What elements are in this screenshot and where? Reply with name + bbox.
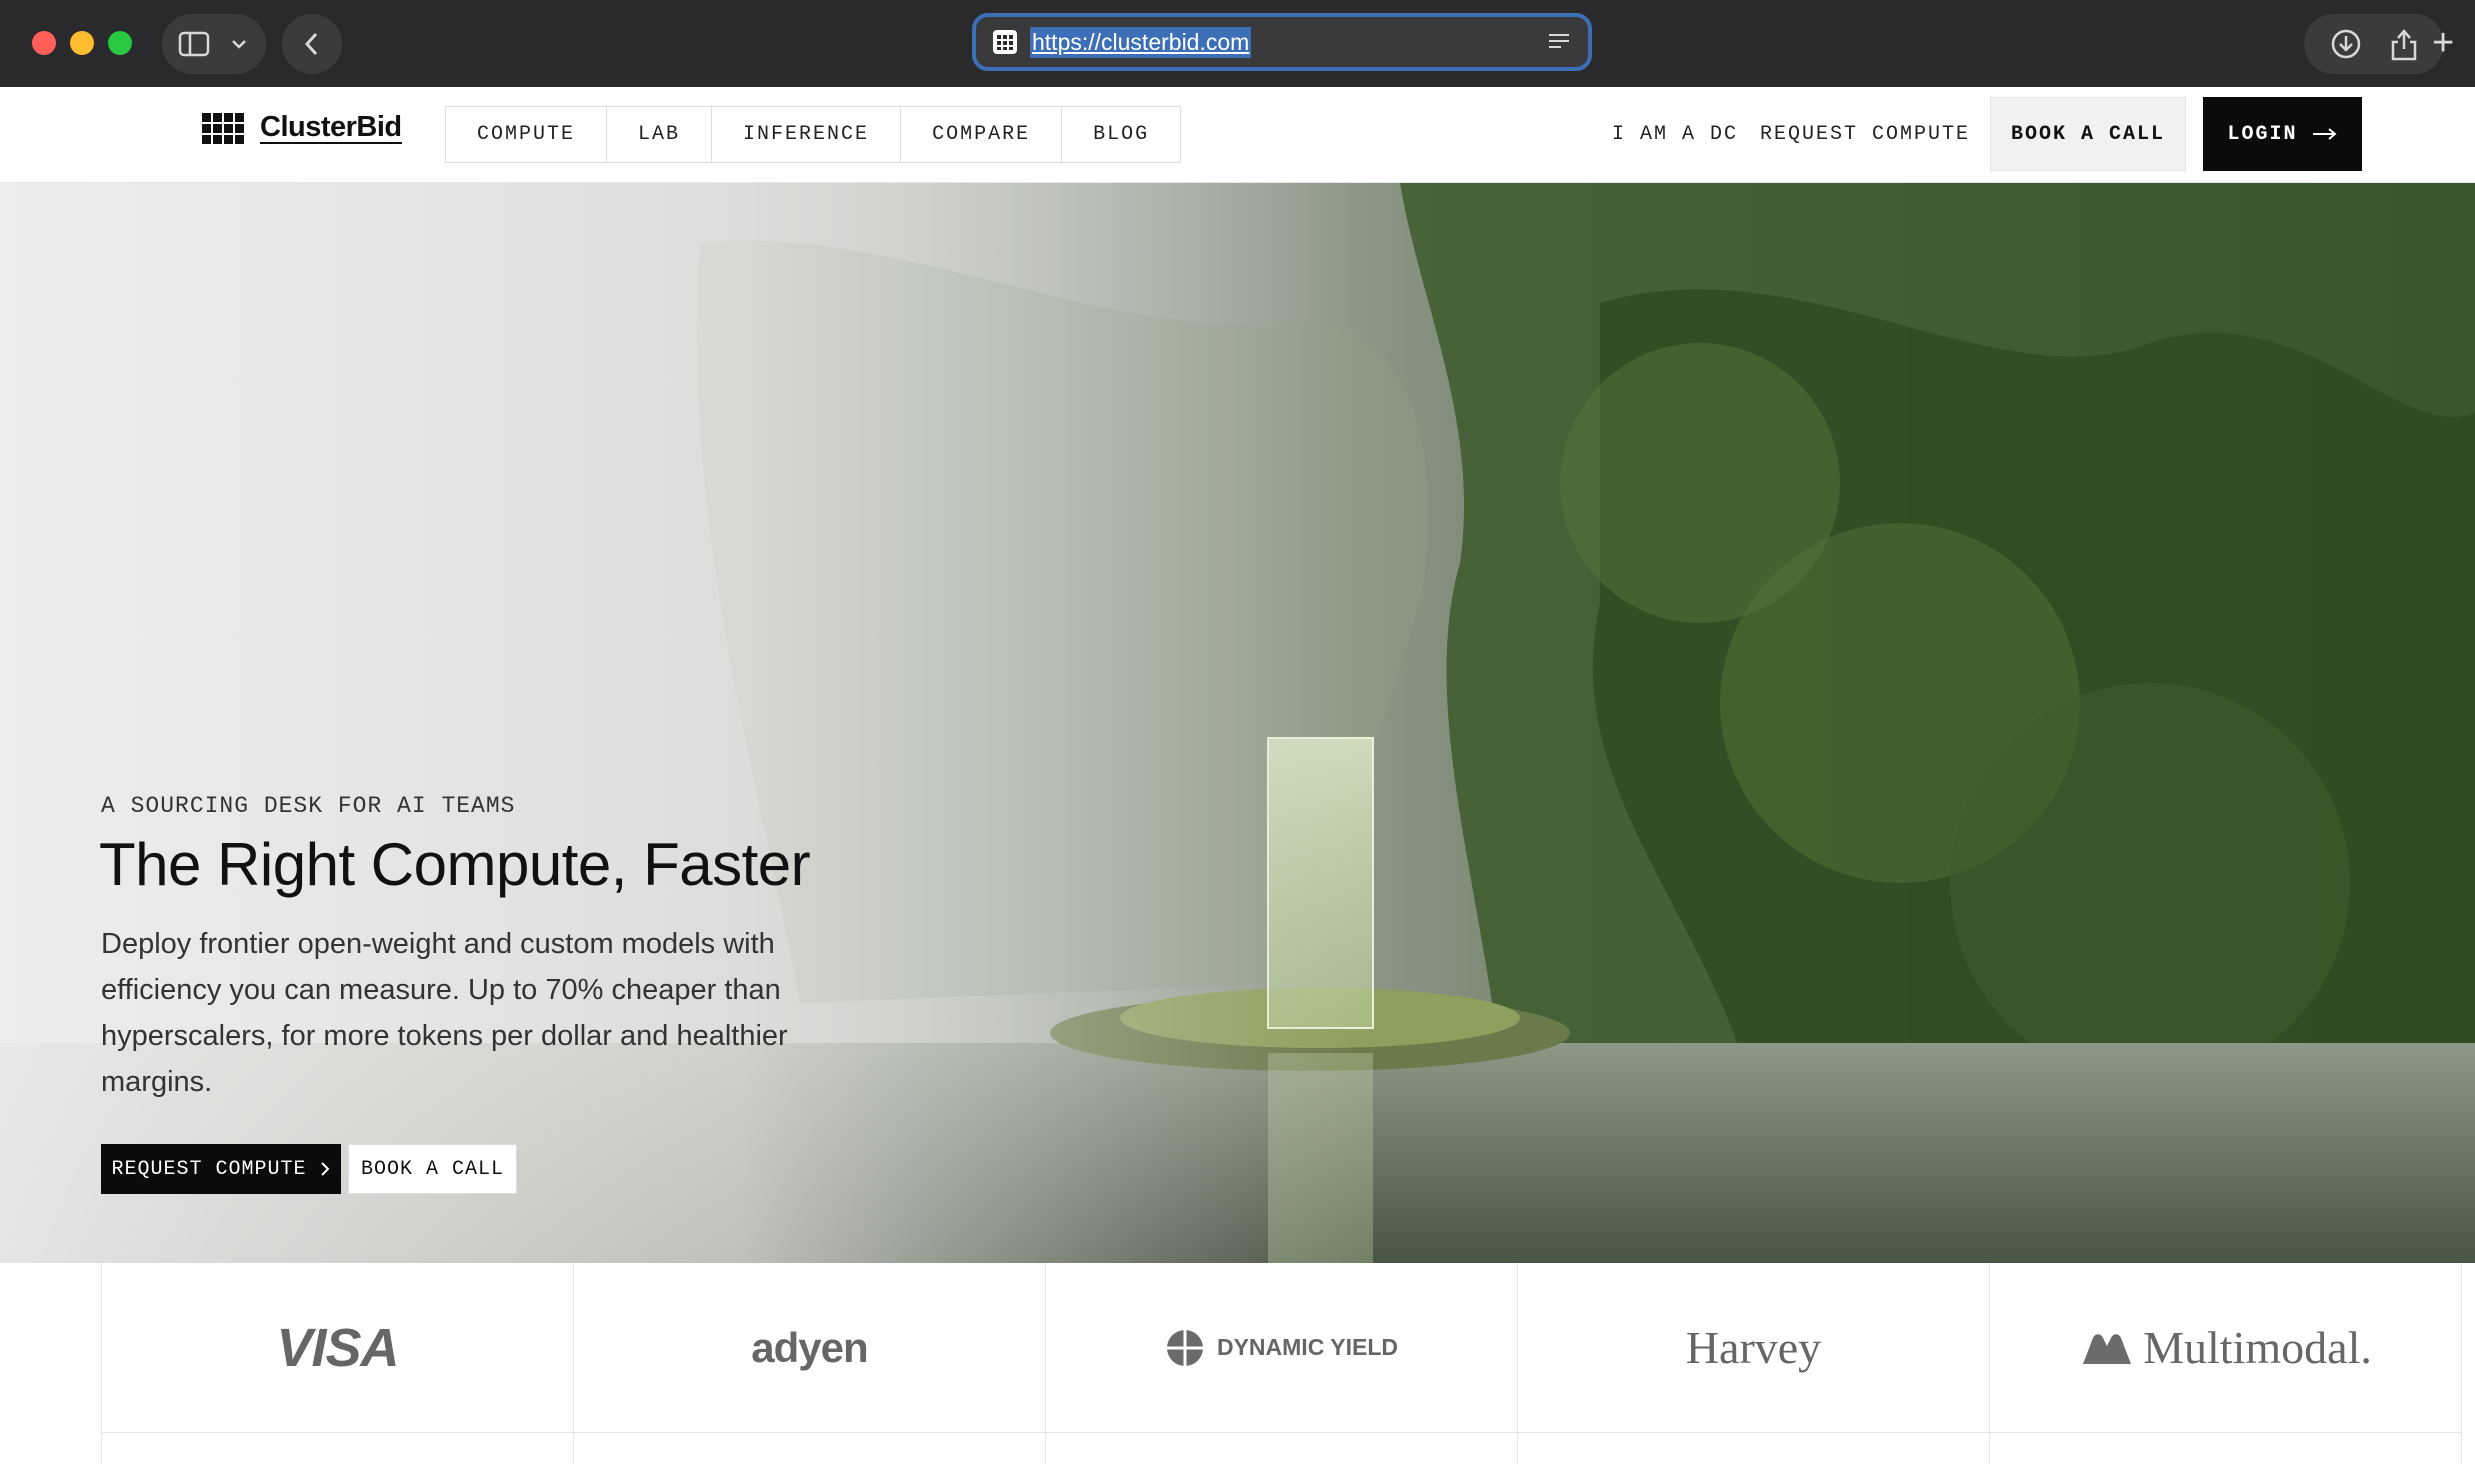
dynamic-yield-mark: DYNAMIC YIELD: [1165, 1328, 1398, 1368]
multimodal-wordmark: Multimodal.: [2143, 1322, 2372, 1373]
request-compute-label: REQUEST COMPUTE: [111, 1157, 307, 1181]
zoom-window-button[interactable]: [108, 31, 132, 55]
brand-name: ClusterBid: [260, 111, 402, 144]
dynamic-yield-logo: DYNAMIC YIELD: [1046, 1263, 1518, 1433]
share-icon[interactable]: [2389, 26, 2419, 62]
login-label: LOGIN: [2227, 122, 2298, 146]
arrow-right-icon: [2312, 128, 2337, 140]
nav-tab-inference[interactable]: INFERENCE: [712, 107, 902, 162]
close-window-button[interactable]: [32, 31, 56, 55]
main-nav: COMPUTE LAB INFERENCE COMPARE BLOG: [445, 106, 1182, 163]
url-text[interactable]: https://clusterbid.com: [1030, 26, 1252, 58]
hero-book-call-button[interactable]: BOOK A CALL: [348, 1144, 517, 1194]
back-button[interactable]: [282, 14, 342, 74]
harvey-wordmark: Harvey: [1685, 1322, 1822, 1373]
customer-logos: VISA adyen DYNAMIC YIELD Harvey Multimod…: [0, 1263, 2475, 1464]
chevron-right-icon: [320, 1162, 329, 1176]
harvey-logo: Harvey: [1518, 1263, 1990, 1433]
minimize-window-button[interactable]: [70, 31, 94, 55]
sidebar-icon: [178, 31, 210, 57]
nav-tab-compute[interactable]: COMPUTE: [446, 107, 608, 162]
logo-grid-icon: [202, 112, 244, 144]
nav-tab-compare[interactable]: COMPARE: [901, 107, 1063, 162]
nav-tab-blog[interactable]: BLOG: [1062, 107, 1180, 162]
hero-eyebrow: A SOURCING DESK FOR AI TEAMS: [101, 793, 516, 819]
brand-logo[interactable]: ClusterBid: [202, 112, 402, 144]
cloud-icon: [2083, 1333, 2132, 1364]
request-compute-button[interactable]: REQUEST COMPUTE: [101, 1144, 341, 1194]
visa-logo: VISA: [102, 1263, 574, 1433]
request-compute-link[interactable]: REQUEST COMPUTE: [1760, 123, 1970, 146]
hero-book-call-label: BOOK A CALL: [360, 1157, 505, 1181]
multimodal-mark: Multimodal.: [2079, 1321, 2372, 1374]
site-header: ClusterBid COMPUTE LAB INFERENCE COMPARE…: [0, 87, 2475, 183]
hero-title: The Right Compute, Faster: [99, 831, 811, 898]
dynamic-yield-wordmark: DYNAMIC YIELD: [1216, 1334, 1399, 1360]
logo-row-second: [101, 1433, 2475, 1464]
visa-wordmark: VISA: [276, 1317, 399, 1378]
nav-tab-lab[interactable]: LAB: [607, 107, 713, 162]
i-am-dc-link[interactable]: I AM A DC: [1612, 123, 1738, 146]
hero-section: A SOURCING DESK FOR AI TEAMS The Right C…: [0, 183, 2475, 1263]
browser-toolbar: https://clusterbid.com +: [0, 0, 2475, 87]
book-call-button[interactable]: BOOK A CALL: [1990, 97, 2186, 171]
hero-subtitle: Deploy frontier open-weight and custom m…: [101, 928, 788, 1098]
chevron-down-icon: [232, 40, 246, 49]
download-icon[interactable]: [2329, 27, 2363, 61]
chevron-left-icon: [304, 32, 318, 56]
site-favicon-icon: [993, 30, 1017, 54]
adyen-wordmark: adyen: [751, 1323, 868, 1371]
address-bar[interactable]: https://clusterbid.com: [972, 13, 1592, 71]
toolbar-actions: [2304, 14, 2444, 74]
new-tab-button[interactable]: +: [2432, 24, 2454, 62]
dynamic-yield-icon: [1166, 1329, 1203, 1366]
sidebar-toggle-button[interactable]: [162, 14, 266, 74]
adyen-logo: adyen: [574, 1263, 1046, 1433]
reader-mode-icon[interactable]: [1546, 31, 1572, 53]
website: ClusterBid COMPUTE LAB INFERENCE COMPARE…: [0, 87, 2475, 1464]
book-call-label: BOOK A CALL: [2010, 122, 2166, 146]
login-button[interactable]: LOGIN: [2203, 97, 2362, 171]
multimodal-logo: Multimodal.: [1990, 1263, 2462, 1433]
